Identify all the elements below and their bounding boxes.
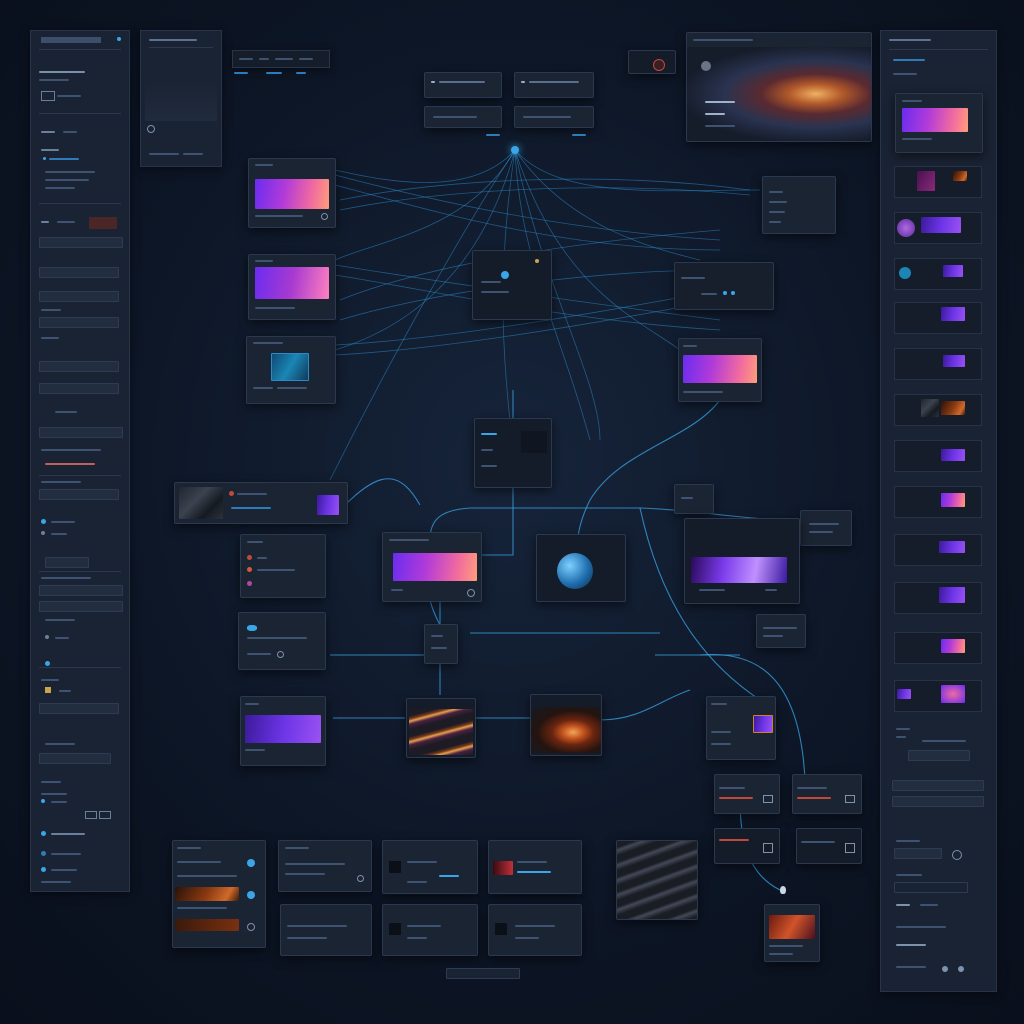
sidebar-item[interactable] xyxy=(39,489,119,500)
bottom-scrollbar[interactable] xyxy=(446,968,520,979)
hub-node-icon[interactable] xyxy=(511,146,519,154)
sidebar-item[interactable] xyxy=(39,585,123,596)
asset-list-item[interactable] xyxy=(894,582,982,614)
settings-node[interactable] xyxy=(762,176,836,234)
sidebar-button[interactable] xyxy=(45,557,89,568)
control-node[interactable] xyxy=(674,262,774,310)
asset-list-item[interactable] xyxy=(894,632,982,664)
sidebar-item[interactable] xyxy=(39,667,121,677)
header-node[interactable] xyxy=(514,106,594,128)
sidebar-item[interactable] xyxy=(39,291,119,302)
process-node[interactable] xyxy=(474,418,552,488)
sidebar-item[interactable] xyxy=(39,703,119,714)
asset-list-item[interactable] xyxy=(894,534,982,566)
status-node[interactable] xyxy=(714,828,780,864)
media-node[interactable] xyxy=(764,904,820,962)
asset-list-item[interactable] xyxy=(894,440,982,472)
status-node[interactable] xyxy=(792,774,862,814)
folder-icon[interactable] xyxy=(45,687,51,693)
media-list-node[interactable] xyxy=(488,840,582,894)
mini-node[interactable] xyxy=(628,50,676,74)
header-node[interactable] xyxy=(514,72,594,98)
sidebar-field[interactable] xyxy=(892,796,984,807)
sidebar-item[interactable] xyxy=(39,601,123,612)
preview-node[interactable] xyxy=(684,518,800,604)
refresh-icon[interactable] xyxy=(147,125,155,133)
media-node[interactable] xyxy=(248,158,336,228)
pin-icon[interactable] xyxy=(780,886,786,894)
preview-panel xyxy=(140,30,222,167)
media-node[interactable] xyxy=(530,694,602,756)
text-node[interactable] xyxy=(278,840,372,892)
asset-list-item[interactable] xyxy=(894,166,982,198)
globe-icon xyxy=(557,553,593,589)
refresh-icon[interactable] xyxy=(467,589,475,597)
status-node[interactable] xyxy=(796,828,862,864)
refresh-icon[interactable] xyxy=(952,850,962,860)
top-toolbar xyxy=(232,50,330,68)
globe-node[interactable] xyxy=(536,534,626,602)
media-node[interactable] xyxy=(616,840,698,920)
color-swatch[interactable] xyxy=(89,217,117,229)
sidebar-item[interactable] xyxy=(39,267,119,278)
asset-list-item[interactable] xyxy=(894,394,982,426)
sidebar-tool-row[interactable] xyxy=(39,237,123,248)
header-node[interactable] xyxy=(424,106,502,128)
sidebar-toolbar[interactable] xyxy=(894,848,942,859)
media-node[interactable] xyxy=(248,254,336,320)
hero-image-panel[interactable] xyxy=(686,32,872,142)
sidebar-item[interactable] xyxy=(39,403,117,412)
sidebar-close-icon[interactable] xyxy=(117,37,121,41)
media-list-node[interactable] xyxy=(382,904,478,956)
filter-node[interactable] xyxy=(174,482,348,524)
gallery-node[interactable] xyxy=(706,696,776,760)
media-list-node[interactable] xyxy=(488,904,582,956)
sidebar-item[interactable] xyxy=(39,317,119,328)
media-node[interactable] xyxy=(246,336,336,404)
media-node[interactable] xyxy=(678,338,762,402)
media-node[interactable] xyxy=(240,696,326,766)
asset-list-item[interactable] xyxy=(894,302,982,334)
status-node[interactable] xyxy=(714,774,780,814)
list-node[interactable] xyxy=(240,534,326,598)
asset-list-item[interactable] xyxy=(894,486,982,518)
toggle-icon[interactable] xyxy=(41,519,46,524)
info-node[interactable] xyxy=(756,614,806,648)
sidebar-item[interactable] xyxy=(39,383,119,394)
input-node[interactable] xyxy=(238,612,326,670)
media-node[interactable] xyxy=(406,698,476,758)
sidebar-field[interactable] xyxy=(892,780,984,791)
header-node[interactable] xyxy=(424,72,502,98)
globe-icon xyxy=(701,61,711,71)
globe-icon xyxy=(501,271,509,279)
central-node[interactable] xyxy=(472,250,552,320)
sidebar-field[interactable] xyxy=(894,882,968,893)
grid-icon[interactable] xyxy=(41,91,55,101)
label-node[interactable] xyxy=(800,510,852,546)
sidebar-item[interactable] xyxy=(39,753,111,764)
media-list-node[interactable] xyxy=(382,840,478,894)
left-sidebar xyxy=(30,30,130,892)
sidebar-item[interactable] xyxy=(39,721,117,730)
media-node[interactable] xyxy=(382,532,482,602)
sidebar-item[interactable] xyxy=(39,427,123,438)
selected-asset-preview[interactable] xyxy=(895,93,983,153)
asset-list-item[interactable] xyxy=(894,212,982,244)
asset-list-item[interactable] xyxy=(894,258,982,290)
small-node[interactable] xyxy=(674,484,714,514)
list-node[interactable] xyxy=(172,840,266,948)
refresh-icon[interactable] xyxy=(321,213,328,220)
text-node[interactable] xyxy=(280,904,372,956)
sidebar-item[interactable] xyxy=(39,361,119,372)
asset-list-item[interactable] xyxy=(894,348,982,380)
asset-list-item[interactable] xyxy=(894,680,982,712)
small-node[interactable] xyxy=(424,624,458,664)
player-controls[interactable] xyxy=(894,726,980,766)
left-sidebar-title xyxy=(41,37,101,43)
